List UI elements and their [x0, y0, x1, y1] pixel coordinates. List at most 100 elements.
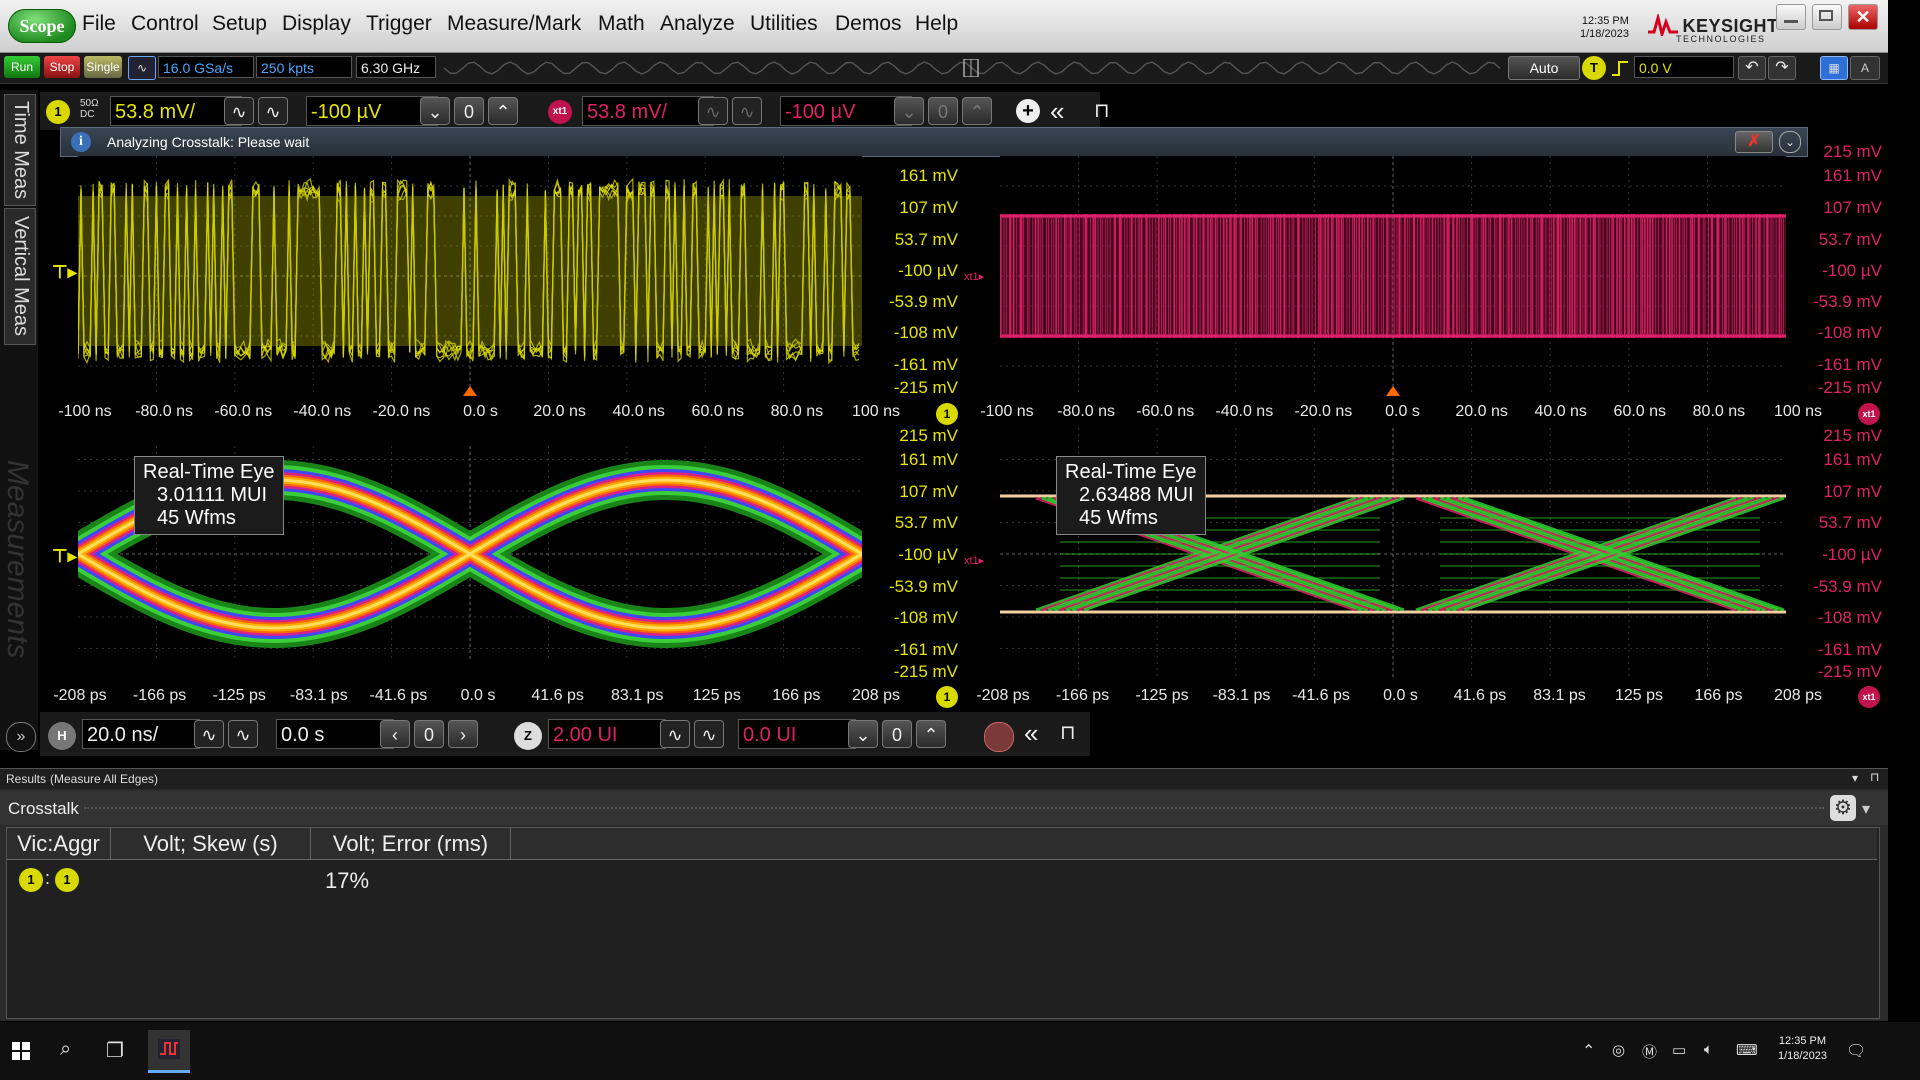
search-icon[interactable]: ⌕: [60, 1038, 71, 1061]
col-volt-skew[interactable]: Volt; Skew (s): [111, 828, 311, 860]
settings-button[interactable]: ⚙: [1830, 795, 1856, 821]
dismiss-message-button[interactable]: ✗: [1735, 131, 1773, 153]
zpos-down-button[interactable]: ⌄: [848, 720, 878, 748]
zpos-up-button[interactable]: ⌃: [916, 720, 946, 748]
channel1-offset-field[interactable]: -100 µV: [306, 96, 438, 126]
channel1-badge[interactable]: 1: [46, 100, 70, 124]
layout-button[interactable]: ▦: [1820, 56, 1848, 80]
scope-app-taskbar-button[interactable]: [148, 1030, 190, 1073]
xtalk-offset-up-button[interactable]: ⌃: [962, 97, 992, 125]
tab-time-meas[interactable]: Time Meas: [4, 94, 36, 206]
xtalk-ground-marker[interactable]: xt1▸: [964, 270, 984, 283]
keyboard-icon[interactable]: ⌨: [1736, 1041, 1758, 1059]
acq-mode-button[interactable]: ∿: [128, 56, 156, 80]
minimize-button[interactable]: [1776, 4, 1806, 30]
menu-demos[interactable]: Demos: [835, 12, 902, 36]
tray-app-icon[interactable]: ◎: [1612, 1041, 1625, 1059]
ch1-ground-marker[interactable]: ⊤▸: [52, 262, 77, 283]
run-button[interactable]: Run: [4, 56, 40, 78]
zpos-zero-button[interactable]: 0: [882, 720, 912, 748]
taskbar-clock[interactable]: 12:35 PM 1/18/2023: [1778, 1034, 1827, 1064]
xtalk-scale-fine-button[interactable]: ∿: [698, 97, 728, 125]
trigger-source-badge[interactable]: T: [1582, 56, 1606, 80]
network-icon[interactable]: ▭: [1672, 1041, 1686, 1059]
menu-display[interactable]: Display: [282, 12, 351, 36]
menu-measure-mark[interactable]: Measure/Mark: [447, 12, 581, 36]
zoom-scale-field[interactable]: 2.00 UI: [548, 719, 666, 749]
pin-strip-button[interactable]: ⊓: [1094, 98, 1110, 123]
close-button[interactable]: ✕: [1848, 4, 1878, 30]
ch1-waveform-plot[interactable]: [78, 156, 862, 396]
xtalk-scale-field[interactable]: 53.8 mV/: [582, 96, 714, 126]
channel1-offset-zero-button[interactable]: 0: [454, 97, 484, 125]
tray-keysight-icon[interactable]: Ⓜ: [1642, 1041, 1657, 1062]
rising-edge-icon[interactable]: [1610, 59, 1630, 77]
table-row[interactable]: 1 : 1 17%: [7, 862, 1877, 896]
notifications-icon[interactable]: 🗨︎: [1846, 1041, 1866, 1061]
trigger-mode-button[interactable]: Auto: [1508, 56, 1580, 80]
trigger-level-field[interactable]: 0.0 V: [1634, 56, 1734, 78]
channel1-offset-up-button[interactable]: ⌃: [488, 97, 518, 125]
channel1-offset-down-button[interactable]: ⌄: [420, 97, 450, 125]
single-button[interactable]: Single: [84, 56, 122, 78]
menu-math[interactable]: Math: [598, 12, 645, 36]
add-channel-button[interactable]: +: [1016, 99, 1040, 123]
col-volt-error[interactable]: Volt; Error (rms): [311, 828, 511, 860]
xtalk-waveform-plot[interactable]: [1000, 156, 1786, 396]
zoom-badge[interactable]: Z: [514, 722, 542, 750]
menu-setup[interactable]: Setup: [212, 12, 267, 36]
zoom-position-field[interactable]: 0.0 UI: [738, 719, 856, 749]
bandwidth-field[interactable]: 6.30 GHz: [356, 56, 436, 78]
crosstalk-separator: [84, 807, 1824, 812]
xtalk-offset-down-button[interactable]: ⌄: [894, 97, 924, 125]
menu-help[interactable]: Help: [915, 12, 958, 36]
zscale-fine-button[interactable]: ∿: [660, 720, 690, 748]
hpos-left-button[interactable]: ‹: [380, 720, 410, 748]
task-view-icon[interactable]: ❐: [106, 1038, 124, 1063]
ch1-eye-ground-marker[interactable]: ⊤▸: [52, 546, 77, 567]
zscale-coarse-button[interactable]: ∿: [694, 720, 724, 748]
waveform-overview[interactable]: [444, 59, 1504, 77]
undo-button[interactable]: ↶: [1738, 56, 1766, 80]
xtalk-offset-zero-button[interactable]: 0: [928, 97, 958, 125]
results-pin-button[interactable]: ⊓: [1870, 770, 1879, 784]
horizontal-badge[interactable]: H: [48, 722, 76, 750]
expand-panel-button[interactable]: »: [6, 722, 36, 752]
menu-analyze[interactable]: Analyze: [660, 12, 735, 36]
hscale-coarse-button[interactable]: ∿: [228, 720, 258, 748]
settings-dropdown-button[interactable]: ▾: [1862, 799, 1870, 819]
volume-icon[interactable]: 🔈︎: [1704, 1041, 1713, 1058]
xtalk-scale-coarse-button[interactable]: ∿: [732, 97, 762, 125]
horizontal-position-field[interactable]: 0.0 s: [276, 719, 394, 749]
xtalk-offset-field[interactable]: -100 µV: [780, 96, 912, 126]
hpos-zero-button[interactable]: 0: [414, 720, 444, 748]
results-menu-button[interactable]: ▾: [1852, 771, 1858, 785]
channel1-scale-fine-button[interactable]: ∿: [224, 97, 254, 125]
maximize-button[interactable]: [1812, 4, 1842, 30]
memory-depth-field[interactable]: 250 kpts: [256, 56, 352, 78]
collapse-hstrip-button[interactable]: «: [1024, 718, 1038, 749]
menu-trigger[interactable]: Trigger: [366, 12, 432, 36]
tab-vertical-meas[interactable]: Vertical Meas: [4, 208, 36, 345]
windows-start-icon[interactable]: [12, 1042, 30, 1060]
collapse-strip-button[interactable]: «: [1050, 96, 1064, 127]
channel1-scale-coarse-button[interactable]: ∿: [258, 97, 288, 125]
hscale-fine-button[interactable]: ∿: [194, 720, 224, 748]
hpos-right-button[interactable]: ›: [448, 720, 478, 748]
menu-control[interactable]: Control: [131, 12, 199, 36]
scope-logo-button[interactable]: Scope: [8, 9, 76, 43]
col-vic-aggr[interactable]: Vic:Aggr: [7, 828, 111, 860]
stop-button[interactable]: Stop: [44, 56, 80, 78]
annotation-button[interactable]: A: [1850, 56, 1880, 80]
redo-button[interactable]: ↷: [1768, 56, 1796, 80]
horizontal-scale-field[interactable]: 20.0 ns/: [82, 719, 200, 749]
sample-rate-field[interactable]: 16.0 GSa/s: [158, 56, 254, 78]
color-grade-button[interactable]: [984, 722, 1014, 752]
pin-hstrip-button[interactable]: ⊓: [1060, 720, 1076, 745]
xtalk-badge[interactable]: xt1: [548, 100, 572, 124]
menu-utilities[interactable]: Utilities: [750, 12, 818, 36]
xtalk-eye-ground-marker[interactable]: xt1▸: [964, 554, 984, 567]
menu-file[interactable]: File: [82, 12, 116, 36]
tray-expand-icon[interactable]: ⌃: [1582, 1041, 1595, 1061]
channel1-scale-field[interactable]: 53.8 mV/: [110, 96, 242, 126]
